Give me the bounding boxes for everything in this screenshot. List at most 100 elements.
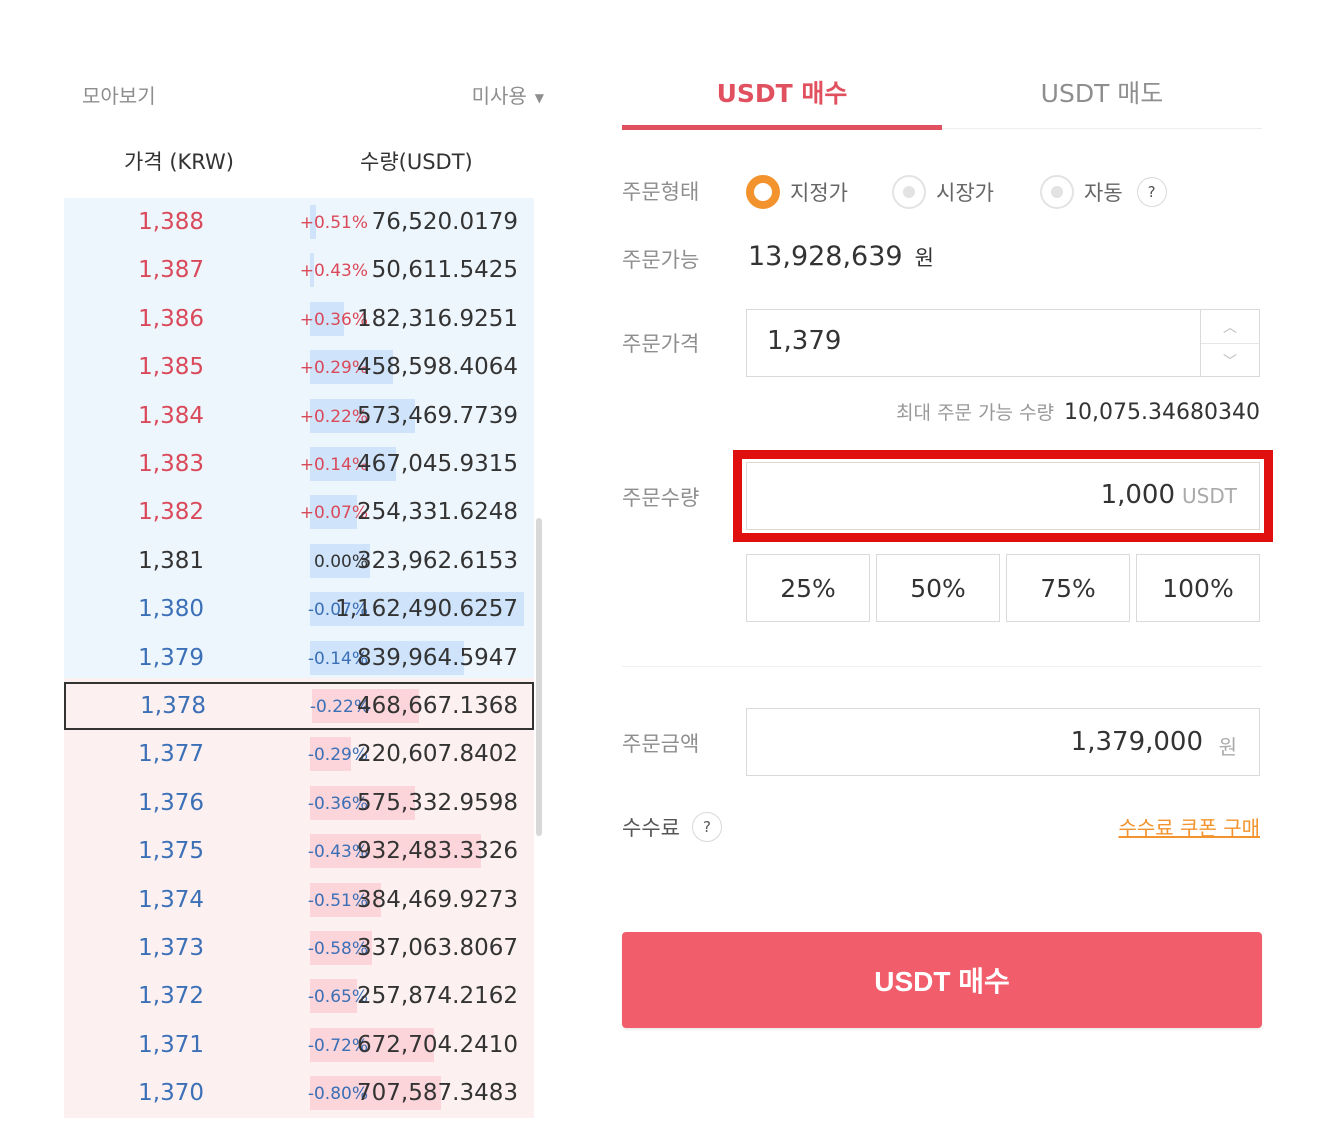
row-price: 1,374 xyxy=(138,886,204,913)
orderbook-row[interactable]: 1,377 -0.29% 220,607.8402 xyxy=(64,730,534,778)
row-change: -0.29% xyxy=(307,745,368,766)
row-quantity: 384,469.9273 xyxy=(357,886,518,913)
row-change: -0.14% xyxy=(307,648,368,669)
available-value: 13,928,639 xyxy=(748,241,903,272)
orderbook-row[interactable]: 1,370 -0.80% 707,587.3483 xyxy=(64,1069,534,1117)
row-change: +0.36% xyxy=(299,309,368,330)
orderbook-row[interactable]: 1,373 -0.58% 337,063.8067 xyxy=(64,924,534,972)
row-change: -0.72% xyxy=(307,1035,368,1056)
radio-market-label: 시장가 xyxy=(936,181,994,205)
orderbook-scrollbar[interactable] xyxy=(536,518,542,836)
row-price: 1,382 xyxy=(138,499,204,526)
row-change: +0.29% xyxy=(299,358,368,379)
row-price: 1,387 xyxy=(138,257,204,284)
radio-unchecked-icon xyxy=(1040,175,1074,209)
orderbook-grouping-label: 모아보기 xyxy=(82,84,156,108)
orderbook-row[interactable]: 1,385 +0.29% 458,598.4064 xyxy=(64,343,534,391)
orderbook-row[interactable]: 1,380 -0.07% 1,162,490.6257 xyxy=(64,585,534,633)
row-quantity: 323,962.6153 xyxy=(357,547,518,574)
tab-buy[interactable]: USDT 매수 xyxy=(622,74,942,110)
percent-75-button[interactable]: 75% xyxy=(1006,554,1130,622)
order-price-value: 1,379 xyxy=(767,326,842,356)
row-price: 1,372 xyxy=(138,983,204,1010)
active-tab-indicator xyxy=(622,125,942,130)
row-quantity: 50,611.5425 xyxy=(371,257,518,284)
price-stepper[interactable]: ︿ ﹀ xyxy=(1200,310,1259,376)
caret-down-icon: ▼ xyxy=(534,90,544,105)
row-price: 1,380 xyxy=(138,596,204,623)
row-quantity: 707,587.3483 xyxy=(357,1080,518,1107)
row-price: 1,377 xyxy=(138,741,204,768)
orderbook-row[interactable]: 1,382 +0.07% 254,331.6248 xyxy=(64,488,534,536)
orderbook-row[interactable]: 1,374 -0.51% 384,469.9273 xyxy=(64,876,534,924)
help-icon[interactable]: ? xyxy=(1136,177,1167,207)
radio-market[interactable]: 시장가 xyxy=(892,174,994,210)
row-quantity: 468,667.1368 xyxy=(357,693,518,719)
fee-row: 수수료? xyxy=(622,812,722,842)
orderbook-row[interactable]: 1,386 +0.36% 182,316.9251 xyxy=(64,295,534,343)
radio-checked-icon xyxy=(746,175,780,209)
order-quantity-label: 주문수량 xyxy=(622,486,700,510)
order-price-input[interactable]: 1,379 ︿ ﹀ xyxy=(746,309,1260,377)
highlight-box xyxy=(733,450,1273,542)
section-divider xyxy=(622,666,1262,667)
row-change: +0.07% xyxy=(299,503,368,524)
orderbook-row[interactable]: 1,372 -0.65% 257,874.2162 xyxy=(64,972,534,1020)
percent-100-button[interactable]: 100% xyxy=(1136,554,1260,622)
orderbook-row[interactable]: 1,384 +0.22% 573,469.7739 xyxy=(64,392,534,440)
row-change: -0.43% xyxy=(307,842,368,863)
orderbook-row[interactable]: 1,388 +0.51% 76,520.0179 xyxy=(64,198,534,246)
fee-label: 수수료 xyxy=(622,816,680,840)
row-quantity: 672,704.2410 xyxy=(357,1031,518,1058)
row-change: -0.36% xyxy=(307,793,368,814)
chevron-up-icon[interactable]: ︿ xyxy=(1201,310,1259,344)
row-quantity: 76,520.0179 xyxy=(371,209,518,235)
buy-button[interactable]: USDT 매수 xyxy=(622,932,1262,1028)
help-icon[interactable]: ? xyxy=(691,812,722,842)
row-quantity: 932,483.3326 xyxy=(357,838,518,865)
row-price: 1,381 xyxy=(138,547,204,574)
chevron-down-icon[interactable]: ﹀ xyxy=(1201,344,1259,377)
order-total-unit: 원 xyxy=(1218,735,1237,759)
row-quantity: 1,162,490.6257 xyxy=(335,596,518,623)
row-quantity: 573,469.7739 xyxy=(357,402,518,429)
orderbook-row[interactable]: 1,387 +0.43% 50,611.5425 xyxy=(64,246,534,294)
krw-unit: 원 xyxy=(914,246,934,270)
row-quantity: 575,332.9598 xyxy=(357,789,518,816)
row-price: 1,375 xyxy=(138,838,204,865)
available-label: 주문가능 xyxy=(622,248,700,272)
orderbook-row[interactable]: 1,383 +0.14% 467,045.9315 xyxy=(64,440,534,488)
orderbook-row[interactable]: 1,379 -0.14% 839,964.5947 xyxy=(64,634,534,682)
row-quantity: 839,964.5947 xyxy=(357,644,518,671)
orderbook-row[interactable]: 1,381 0.00% 323,962.6153 xyxy=(64,537,534,585)
row-change: -0.65% xyxy=(307,987,368,1008)
order-price-label: 주문가격 xyxy=(622,332,700,356)
radio-auto[interactable]: 자동? xyxy=(1040,174,1167,210)
fee-coupon-link[interactable]: 수수료 쿠폰 구매 xyxy=(1118,812,1260,841)
row-change: -0.51% xyxy=(307,890,368,911)
row-change: 0.00% xyxy=(313,551,368,572)
orderbook-row[interactable]: 1,371 -0.72% 672,704.2410 xyxy=(64,1021,534,1069)
row-quantity: 254,331.6248 xyxy=(357,499,518,526)
tab-divider xyxy=(942,128,1262,129)
row-change: -0.58% xyxy=(307,939,368,959)
percent-50-button[interactable]: 50% xyxy=(876,554,1000,622)
row-quantity: 257,874.2162 xyxy=(357,983,518,1010)
tab-sell[interactable]: USDT 매도 xyxy=(942,74,1262,110)
row-price: 1,384 xyxy=(138,402,204,429)
row-quantity: 337,063.8067 xyxy=(357,935,518,961)
row-quantity: 220,607.8402 xyxy=(357,741,518,768)
orderbook-row[interactable]: 1,376 -0.36% 575,332.9598 xyxy=(64,779,534,827)
row-price: 1,376 xyxy=(138,789,204,816)
max-order-quantity: 최대 주문 가능 수량 10,075.34680340 xyxy=(896,398,1260,425)
row-change: +0.14% xyxy=(299,455,368,475)
radio-limit[interactable]: 지정가 xyxy=(746,174,848,210)
order-total-input[interactable]: 1,379,000 원 xyxy=(746,708,1260,776)
grouping-select[interactable]: 미사용 ▼ xyxy=(472,80,544,109)
row-change: +0.22% xyxy=(299,406,368,427)
percent-25-button[interactable]: 25% xyxy=(746,554,870,622)
row-price: 1,386 xyxy=(138,305,204,332)
orderbook-row[interactable]: 1,375 -0.43% 932,483.3326 xyxy=(64,827,534,875)
orderbook-row-current[interactable]: 1,378 -0.22% 468,667.1368 xyxy=(64,682,534,730)
order-total-value: 1,379,000 xyxy=(1070,727,1203,757)
